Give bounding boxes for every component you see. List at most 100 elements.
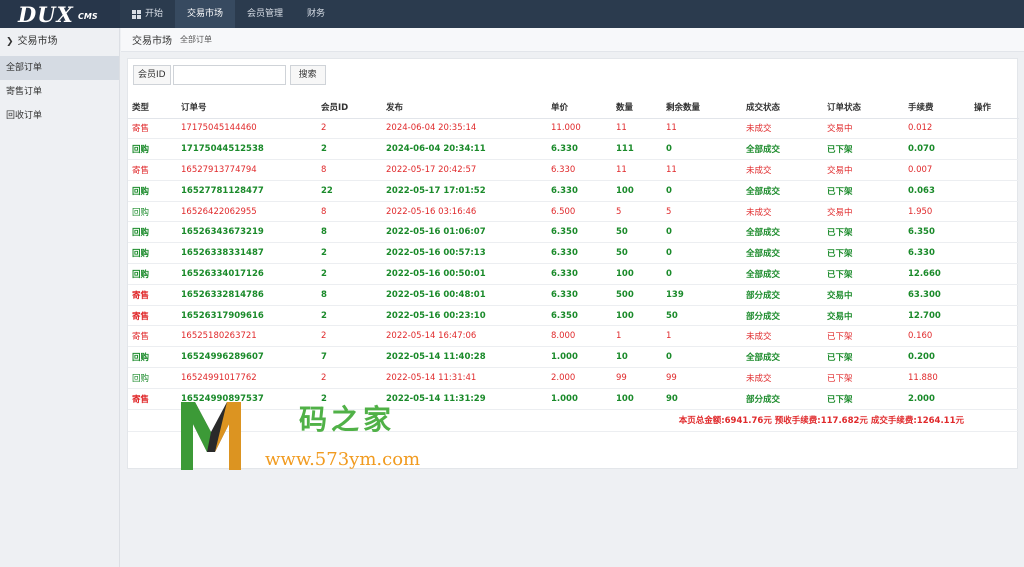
column-header: 类型 [128, 96, 177, 119]
table-cell-price: 6.350 [547, 305, 612, 327]
table-cell-price: 6.330 [547, 159, 612, 181]
table-cell-actions [970, 180, 1019, 202]
table-cell-remaining: 0 [662, 180, 742, 202]
table-cell-deal-status: 全部成交 [742, 221, 823, 244]
nav-item-finance[interactable]: 财务 [295, 0, 337, 28]
column-header: 会员ID [317, 96, 382, 119]
table-cell-qty: 11 [612, 159, 662, 181]
table-cell-published: 2024-06-04 20:34:11 [382, 138, 547, 161]
table-cell-type: 回购 [128, 138, 177, 161]
table-cell-order-status: 交易中 [823, 284, 904, 306]
table-cell-member-id: 2 [317, 325, 382, 348]
table-cell-published: 2022-05-14 11:31:29 [382, 388, 547, 410]
page-title: 交易市场 [132, 36, 172, 47]
table-cell-order-no: 16524996289607 [177, 346, 317, 369]
table-cell-fee: 6.330 [904, 242, 970, 265]
sidebar-heading[interactable]: ❯ 交易市场 [0, 28, 119, 56]
table-cell-type: 寄售 [128, 388, 177, 410]
table-cell-deal-status: 全部成交 [742, 346, 823, 369]
member-id-input[interactable] [172, 65, 286, 85]
table-row[interactable]: 寄售 16526332814786 8 2022-05-16 00:48:01 6.33… [128, 284, 1019, 306]
table-cell-fee: 0.070 [904, 138, 970, 161]
table-cell-qty: 100 [612, 180, 662, 202]
table-cell-qty: 111 [612, 138, 662, 161]
table-cell-member-id: 2 [317, 367, 382, 389]
table-row[interactable]: 回购 16526338331487 2 2022-05-16 00:57:13 6.33… [128, 242, 1019, 265]
chevron-down-icon: ❯ [6, 37, 14, 47]
table-cell-deal-status: 未成交 [742, 367, 823, 389]
table-cell-actions [970, 201, 1019, 223]
table-cell-fee: 0.200 [904, 346, 970, 369]
table-cell-price: 6.330 [547, 242, 612, 265]
table-cell-order-status: 已下架 [823, 242, 904, 265]
table-cell-member-id: 7 [317, 346, 382, 369]
table-cell-remaining: 0 [662, 138, 742, 161]
table-cell-order-status: 已下架 [823, 263, 904, 285]
table-header-row: 类型 订单号 会员ID 发布 单价 数量 剩余数量 成交状态 订单状态 手续费 操作 [128, 96, 1019, 119]
sidebar-item-consign-orders[interactable]: 寄售订单 [0, 80, 119, 104]
nav-item-start[interactable]: 开始 [120, 0, 175, 28]
table-cell-member-id: 8 [317, 284, 382, 306]
table-cell-type: 回购 [128, 201, 177, 223]
table-cell-member-id: 2 [317, 138, 382, 161]
table-cell-qty: 99 [612, 367, 662, 389]
table-cell-actions [970, 221, 1019, 244]
table-cell-published: 2022-05-14 16:47:06 [382, 325, 547, 348]
table-cell-order-status: 已下架 [823, 325, 904, 348]
table-cell-qty: 50 [612, 242, 662, 265]
table-cell-remaining: 5 [662, 201, 742, 223]
table-cell-remaining: 1 [662, 325, 742, 348]
table-cell-qty: 100 [612, 263, 662, 285]
table-cell-deal-status: 未成交 [742, 325, 823, 348]
table-cell-published: 2022-05-14 11:40:28 [382, 346, 547, 369]
table-cell-type: 寄售 [128, 118, 177, 140]
sidebar-item-all-orders[interactable]: 全部订单 [0, 56, 119, 80]
table-cell-order-no: 16526343673219 [177, 221, 317, 244]
table-row[interactable]: 寄售 16524990897537 2 2022-05-14 11:31:29 1.00… [128, 388, 1019, 410]
sidebar-item-buyback-orders[interactable]: 回收订单 [0, 104, 119, 128]
table-cell-fee: 2.000 [904, 388, 970, 410]
table-row[interactable]: 回购 16526422062955 8 2022-05-16 03:16:46 6.50… [128, 201, 1019, 223]
table-cell-remaining: 11 [662, 118, 742, 140]
table-cell-member-id: 2 [317, 242, 382, 265]
table-row[interactable]: 回购 16524996289607 7 2022-05-14 11:40:28 1.00… [128, 346, 1019, 369]
table-row[interactable]: 回购 16526334017126 2 2022-05-16 00:50:01 6.33… [128, 263, 1019, 285]
table-row[interactable]: 回购 16526343673219 8 2022-05-16 01:06:07 6.35… [128, 221, 1019, 244]
logo[interactable]: DUX CMS [0, 0, 120, 28]
table-row[interactable]: 回购 17175044512538 2 2024-06-04 20:34:11 6.33… [128, 138, 1019, 161]
table-cell-qty: 50 [612, 221, 662, 244]
table-cell-fee: 6.350 [904, 221, 970, 244]
table-row[interactable]: 回购 16527781128477 22 2022-05-17 17:01:52 6.3… [128, 180, 1019, 202]
table-cell-order-no: 16526422062955 [177, 201, 317, 223]
table-cell-deal-status: 未成交 [742, 118, 823, 140]
table-cell-remaining: 0 [662, 263, 742, 285]
table-row[interactable]: 寄售 16527913774794 8 2022-05-17 20:42:57 6.33… [128, 159, 1019, 181]
table-cell-order-no: 17175045144460 [177, 118, 317, 140]
table-cell-fee: 0.160 [904, 325, 970, 348]
page-subtitle: 全部订单 [180, 35, 212, 44]
table-cell-deal-status: 部分成交 [742, 284, 823, 306]
nav-item-label: 会员管理 [247, 9, 284, 19]
table-cell-order-status: 交易中 [823, 305, 904, 327]
search-button[interactable]: 搜索 [289, 65, 326, 85]
table-cell-deal-status: 未成交 [742, 159, 823, 181]
table-row[interactable]: 寄售 16526317909616 2 2022-05-16 00:23:10 6.35… [128, 305, 1019, 327]
nav-item-members[interactable]: 会员管理 [235, 0, 295, 28]
table-row[interactable]: 寄售 17175045144460 2 2024-06-04 20:35:14 11.0… [128, 118, 1019, 140]
page-summary: 本页总金额:6941.76元 预收手续费:117.682元 成交手续费:1264… [128, 409, 1019, 432]
table-cell-order-status: 已下架 [823, 388, 904, 410]
table-cell-qty: 100 [612, 388, 662, 410]
table-cell-qty: 1 [612, 325, 662, 348]
table-cell-order-no: 17175044512538 [177, 138, 317, 161]
table-row[interactable]: 回购 16524991017762 2 2022-05-14 11:31:41 2.00… [128, 367, 1019, 389]
nav-item-market[interactable]: 交易市场 [175, 0, 236, 28]
table-cell-remaining: 11 [662, 159, 742, 181]
table-cell-actions [970, 263, 1019, 285]
table-cell-published: 2022-05-14 11:31:41 [382, 367, 547, 389]
table-cell-order-no: 16526338331487 [177, 242, 317, 265]
table-row[interactable]: 寄售 16525180263721 2 2022-05-14 16:47:06 8.00… [128, 325, 1019, 348]
table-cell-member-id: 8 [317, 159, 382, 181]
table-cell-member-id: 2 [317, 305, 382, 327]
table-cell-qty: 100 [612, 305, 662, 327]
logo-main: DUX [18, 2, 74, 27]
